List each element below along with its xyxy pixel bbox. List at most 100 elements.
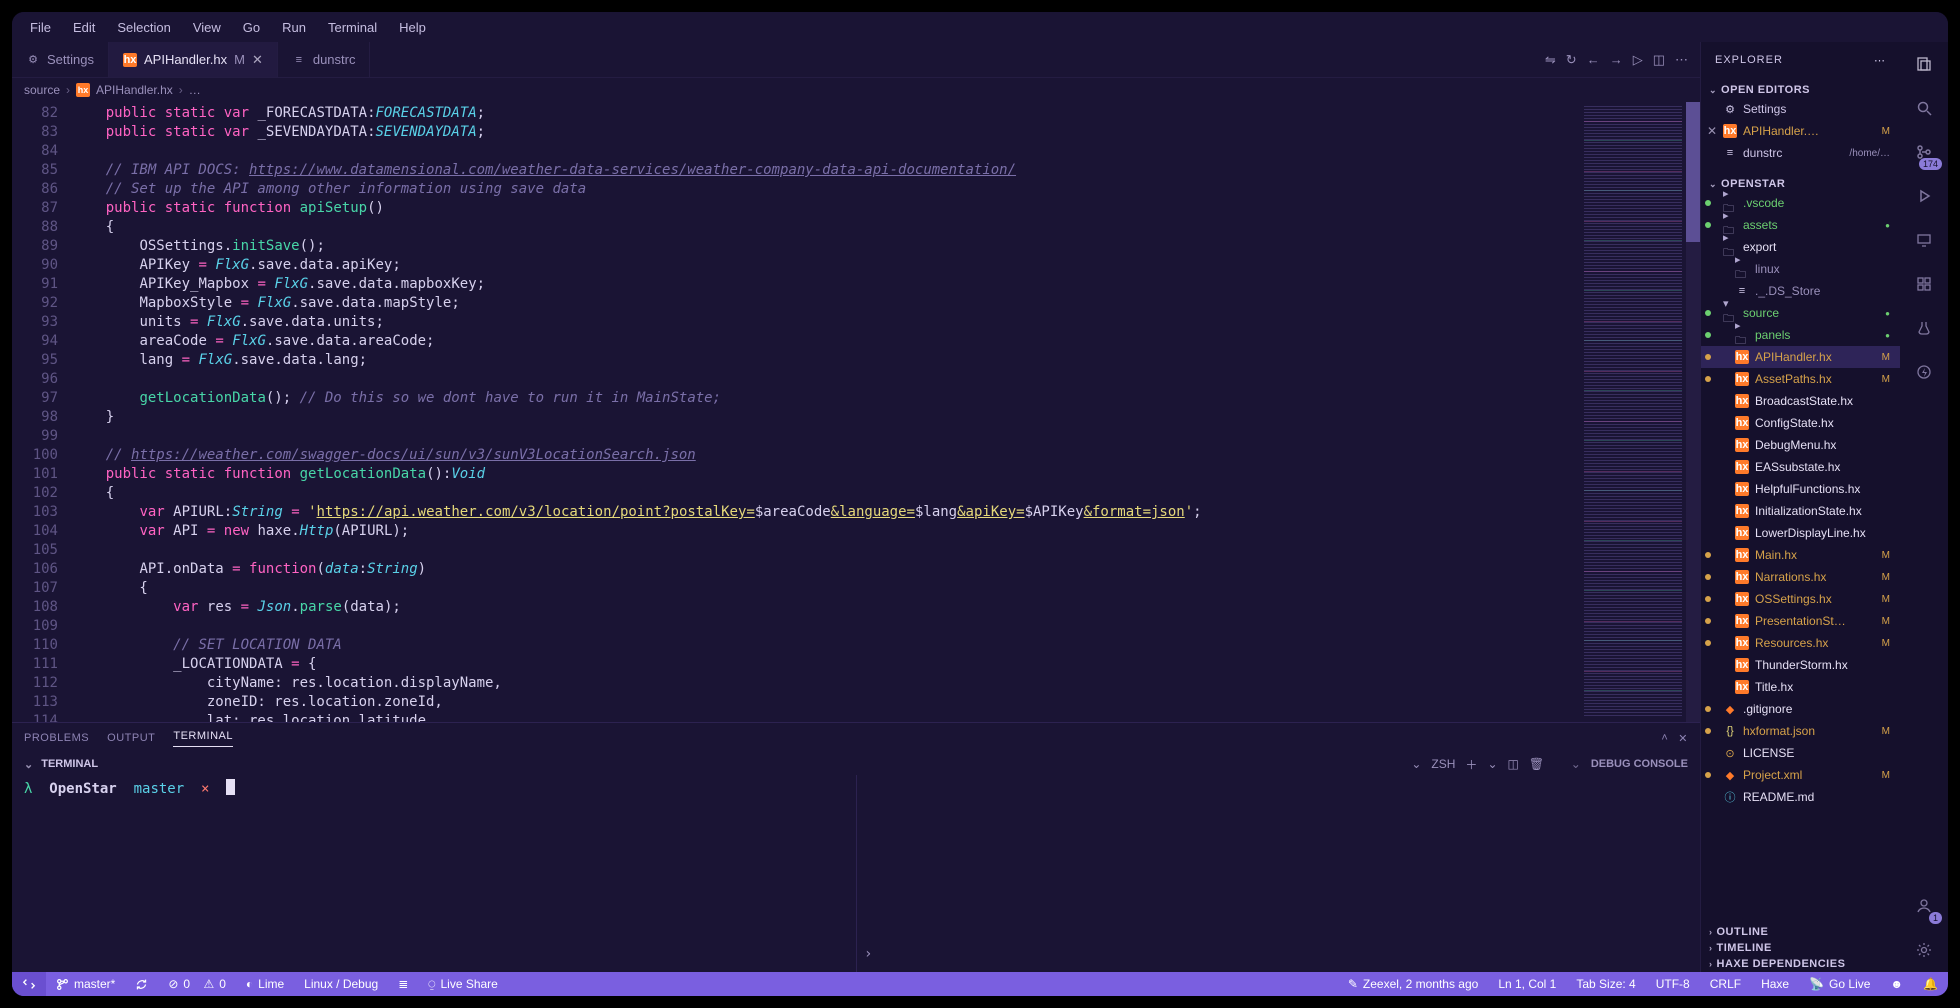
target-button[interactable]: Linux / Debug bbox=[294, 972, 388, 996]
remote-button[interactable] bbox=[12, 972, 46, 996]
haxe-deps-header[interactable]: ›HAXE DEPENDENCIES bbox=[1701, 956, 1900, 972]
file-item[interactable]: ◆.gitignore bbox=[1701, 698, 1900, 720]
crumb-file[interactable]: APIHandler.hx bbox=[96, 83, 173, 97]
file-item[interactable]: hxNarrations.hxM bbox=[1701, 566, 1900, 588]
code-editor[interactable]: 8283848586878889909192939495969798991001… bbox=[12, 102, 1700, 722]
run-debug-icon[interactable] bbox=[1910, 182, 1938, 210]
menu-go[interactable]: Go bbox=[233, 16, 270, 39]
search-icon[interactable] bbox=[1910, 94, 1938, 122]
terminal-split-divider[interactable] bbox=[856, 775, 857, 972]
panel-tab-output[interactable]: OUTPUT bbox=[107, 732, 155, 744]
scrollbar-thumb[interactable] bbox=[1686, 102, 1700, 242]
menu-edit[interactable]: Edit bbox=[63, 16, 105, 39]
folder-item[interactable]: ▸ 🗀panels● bbox=[1701, 324, 1900, 346]
menu-view[interactable]: View bbox=[183, 16, 231, 39]
file-item[interactable]: hxPresentationSt…M bbox=[1701, 610, 1900, 632]
split-icon[interactable]: ◫ bbox=[1653, 52, 1665, 68]
file-item[interactable]: hxThunderStorm.hx bbox=[1701, 654, 1900, 676]
crumb-folder[interactable]: source bbox=[24, 83, 60, 97]
tab-apihandler[interactable]: hx APIHandler.hx M ✕ bbox=[109, 42, 278, 77]
code-content[interactable]: public static var _FORECASTDATA:FORECAST… bbox=[72, 102, 1580, 722]
open-editor-item[interactable]: ⚙Settings bbox=[1701, 98, 1900, 120]
scm-icon[interactable]: 174 bbox=[1910, 138, 1938, 166]
list-icon[interactable]: ≣ bbox=[388, 972, 418, 996]
eol[interactable]: CRLF bbox=[1700, 972, 1751, 996]
close-icon[interactable]: ✕ bbox=[1707, 124, 1717, 138]
file-item[interactable]: ◆Project.xmlM bbox=[1701, 764, 1900, 786]
run-prev-icon[interactable]: ↻ bbox=[1566, 52, 1577, 68]
file-item[interactable]: hxOSSettings.hxM bbox=[1701, 588, 1900, 610]
tab-dunstrc[interactable]: ≡ dunstrc bbox=[278, 42, 371, 77]
folder-item[interactable]: ▸ 🗀export bbox=[1701, 236, 1900, 258]
git-blame[interactable]: ✎Zeexel, 2 months ago bbox=[1338, 972, 1488, 996]
more-icon[interactable]: ⋯ bbox=[1874, 54, 1886, 67]
open-editor-item[interactable]: ≡dunstrc/home/… bbox=[1701, 142, 1900, 164]
git-branch-button[interactable]: master* bbox=[46, 972, 125, 996]
bell-icon[interactable]: 🔔 bbox=[1913, 972, 1948, 996]
settings-gear-icon[interactable] bbox=[1910, 936, 1938, 964]
terminal-profile-icon[interactable]: ⌄ bbox=[1411, 757, 1421, 771]
file-item[interactable]: ⊙LICENSE bbox=[1701, 742, 1900, 764]
tab-settings[interactable]: ⚙ Settings bbox=[12, 42, 109, 77]
open-editors-header[interactable]: ⌄OPEN EDITORS bbox=[1701, 82, 1900, 98]
explorer-icon[interactable] bbox=[1910, 50, 1938, 78]
tab-size[interactable]: Tab Size: 4 bbox=[1566, 972, 1645, 996]
file-item[interactable]: hxHelpfulFunctions.hx bbox=[1701, 478, 1900, 500]
panel-close-icon[interactable]: ✕ bbox=[1678, 732, 1688, 745]
file-item[interactable]: hxTitle.hx bbox=[1701, 676, 1900, 698]
file-item[interactable]: hxMain.hxM bbox=[1701, 544, 1900, 566]
file-item[interactable]: hxLowerDisplayLine.hx bbox=[1701, 522, 1900, 544]
encoding[interactable]: UTF-8 bbox=[1646, 972, 1700, 996]
liveshare-button[interactable]: ⍜Live Share bbox=[418, 972, 508, 996]
minimap[interactable] bbox=[1580, 102, 1700, 722]
language-mode[interactable]: Haxe bbox=[1751, 972, 1799, 996]
file-item[interactable]: hxResources.hxM bbox=[1701, 632, 1900, 654]
file-item[interactable]: {}hxformat.jsonM bbox=[1701, 720, 1900, 742]
file-item[interactable]: hxAPIHandler.hxM bbox=[1701, 346, 1900, 368]
account-icon[interactable]: 1 bbox=[1910, 892, 1938, 920]
kill-terminal-icon[interactable]: 🗑 bbox=[1529, 757, 1544, 771]
menu-terminal[interactable]: Terminal bbox=[318, 16, 387, 39]
file-item[interactable]: hxAssetPaths.hxM bbox=[1701, 368, 1900, 390]
breadcrumb[interactable]: source › hx APIHandler.hx › … bbox=[12, 78, 1700, 102]
folder-item[interactable]: ▸ 🗀linux bbox=[1701, 258, 1900, 280]
panel-maximize-icon[interactable]: ˄ bbox=[1661, 732, 1668, 744]
more-icon[interactable]: ⋯ bbox=[1675, 52, 1688, 68]
extensions-icon[interactable] bbox=[1910, 270, 1938, 298]
nav-back-icon[interactable]: ← bbox=[1587, 52, 1600, 67]
nav-fwd-icon[interactable]: → bbox=[1610, 52, 1623, 67]
debug-console-label[interactable]: DEBUG CONSOLE bbox=[1591, 758, 1688, 770]
file-item[interactable]: hxDebugMenu.hx bbox=[1701, 434, 1900, 456]
terminal-dropdown-icon[interactable]: ⌄ bbox=[1487, 757, 1497, 771]
flash-icon[interactable] bbox=[1910, 358, 1938, 386]
go-live-button[interactable]: 📡Go Live bbox=[1799, 972, 1880, 996]
file-item[interactable]: hxEASsubstate.hx bbox=[1701, 456, 1900, 478]
file-item[interactable]: ⓘREADME.md bbox=[1701, 786, 1900, 808]
file-item[interactable]: hxBroadcastState.hx bbox=[1701, 390, 1900, 412]
problems-button[interactable]: ⊘0 ⚠0 bbox=[158, 972, 236, 996]
file-item[interactable]: hxInitializationState.hx bbox=[1701, 500, 1900, 522]
remote-icon[interactable] bbox=[1910, 226, 1938, 254]
sync-button[interactable] bbox=[125, 972, 158, 996]
feedback-icon[interactable]: ☻ bbox=[1880, 972, 1913, 996]
terminal[interactable]: λ OpenStar master × › bbox=[12, 775, 1700, 972]
file-item[interactable]: hxConfigState.hx bbox=[1701, 412, 1900, 434]
split-terminal-icon[interactable]: ◫ bbox=[1508, 757, 1519, 771]
lime-button[interactable]: ◐Lime bbox=[236, 972, 294, 996]
panel-tab-terminal[interactable]: TERMINAL bbox=[173, 730, 233, 747]
test-icon[interactable] bbox=[1910, 314, 1938, 342]
crumb-more[interactable]: … bbox=[189, 83, 201, 97]
chevron-down-icon[interactable]: ⌄ bbox=[1571, 757, 1581, 771]
cursor-position[interactable]: Ln 1, Col 1 bbox=[1488, 972, 1566, 996]
shell-label[interactable]: ZSH bbox=[1431, 757, 1455, 771]
timeline-header[interactable]: ›TIMELINE bbox=[1701, 940, 1900, 956]
panel-tab-problems[interactable]: PROBLEMS bbox=[24, 732, 89, 744]
menu-help[interactable]: Help bbox=[389, 16, 436, 39]
compare-icon[interactable]: ⇋ bbox=[1545, 52, 1556, 68]
open-editor-item[interactable]: ✕hxAPIHandler.…M bbox=[1701, 120, 1900, 142]
chevron-down-icon[interactable]: ⌄ bbox=[24, 758, 33, 771]
menu-run[interactable]: Run bbox=[272, 16, 316, 39]
folder-item[interactable]: ▾ 🗀source● bbox=[1701, 302, 1900, 324]
run-icon[interactable]: ▷ bbox=[1633, 52, 1643, 68]
close-icon[interactable]: ✕ bbox=[252, 52, 263, 68]
